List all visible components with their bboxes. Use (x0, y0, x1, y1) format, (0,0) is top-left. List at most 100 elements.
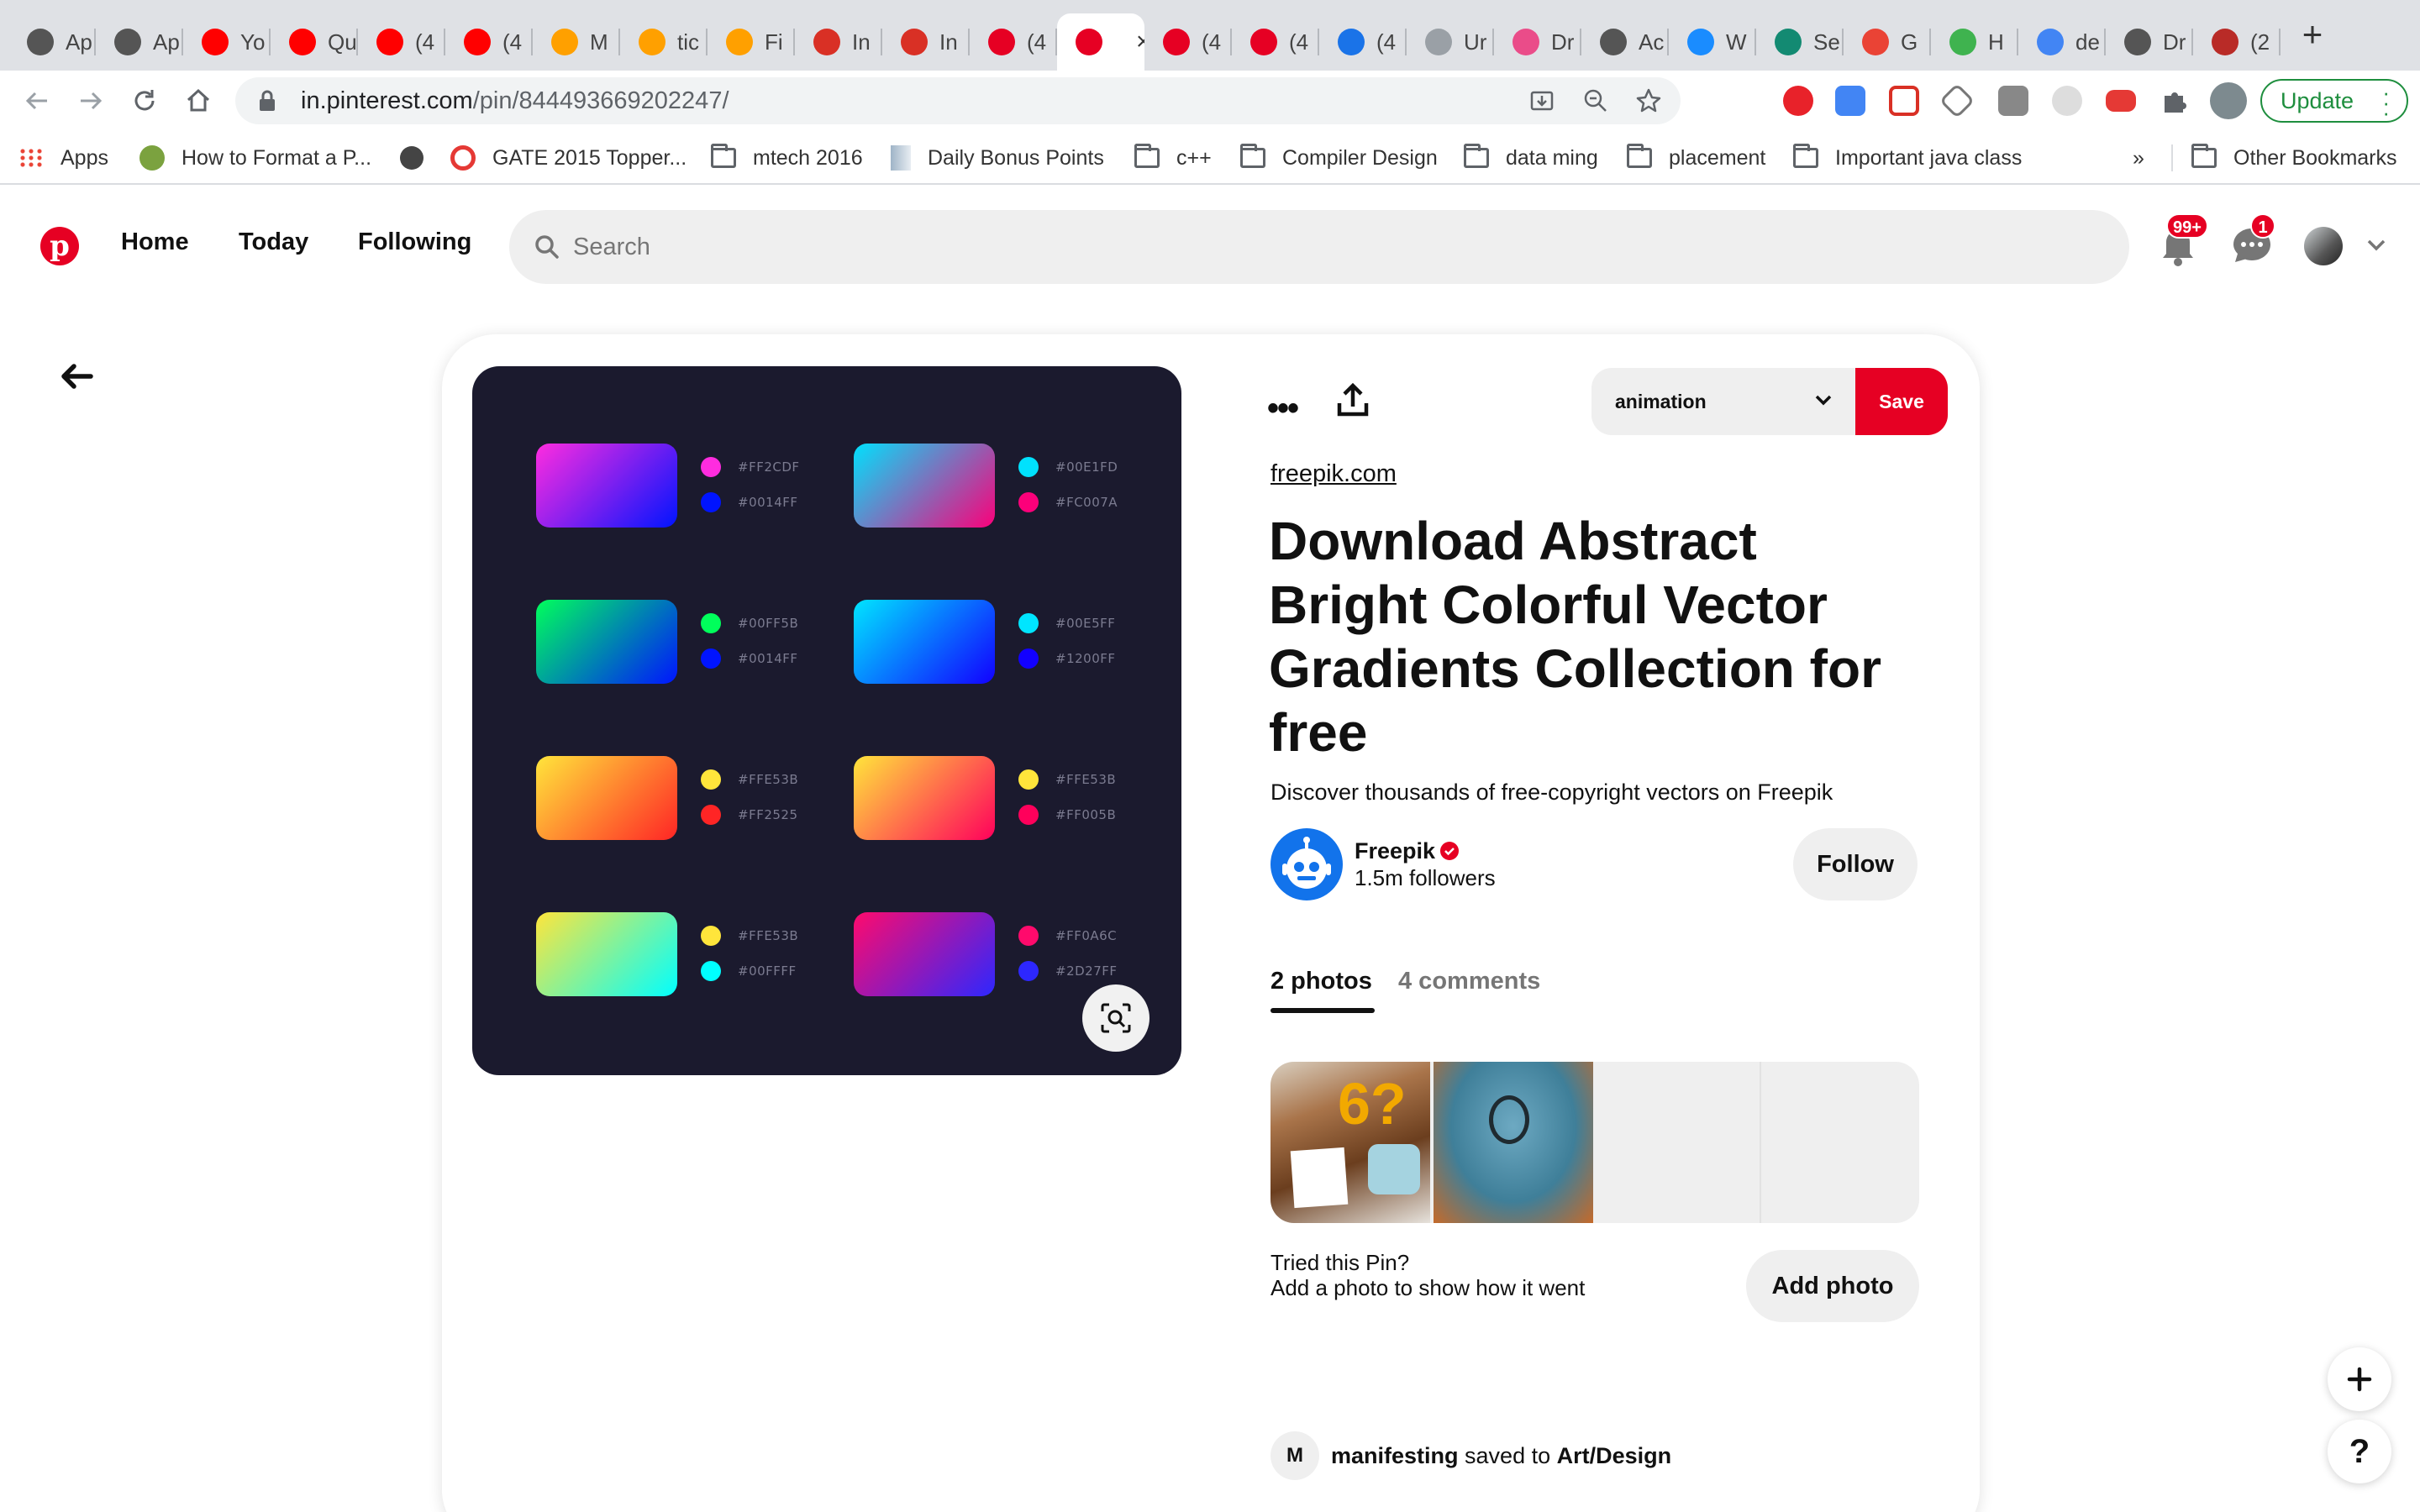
pinterest-logo-icon[interactable]: p (40, 227, 79, 265)
browser-tab[interactable]: Ur (1407, 13, 1494, 71)
extension-adblock-icon[interactable] (1783, 86, 1813, 116)
browser-tab[interactable]: In (882, 13, 970, 71)
bookmark-item[interactable]: Compiler Design (1240, 143, 1438, 173)
browser-tab-label: tic (677, 29, 699, 55)
youtube-icon (289, 29, 316, 55)
browser-tab-label: (4 (1289, 29, 1309, 55)
extension-eye-icon[interactable] (2106, 90, 2136, 112)
saved-board-link[interactable]: Art/Design (1557, 1443, 1672, 1468)
browser-tab[interactable]: (4 (1319, 13, 1407, 71)
extension-translate-icon[interactable] (1835, 86, 1865, 116)
hex-code-label: #00FFFF (738, 963, 797, 979)
nav-today[interactable]: Today (239, 228, 308, 256)
bookmark-item[interactable]: Apps (18, 143, 108, 173)
hex-code-label: #FFE53B (738, 928, 799, 943)
user-avatar[interactable] (2304, 227, 2343, 265)
browser-tab[interactable]: Se (1756, 13, 1844, 71)
home-icon[interactable] (180, 82, 217, 119)
bookmark-item[interactable]: Daily Bonus Points (891, 143, 1104, 173)
search-bar[interactable]: Search (509, 210, 2129, 284)
close-tab-icon[interactable]: × (1136, 28, 1144, 56)
more-menu-icon[interactable]: · · · (2382, 81, 2390, 123)
browser-tab[interactable]: Ac (1581, 13, 1669, 71)
profile-avatar[interactable] (2210, 82, 2247, 119)
notifications-button[interactable]: 99+ (2153, 213, 2208, 270)
install-icon[interactable] (1529, 88, 1555, 113)
browser-tab[interactable]: Ap (8, 13, 96, 71)
browser-tab[interactable]: Fi (708, 13, 795, 71)
browser-tab[interactable]: (4 (1232, 13, 1319, 71)
nav-following[interactable]: Following (358, 228, 471, 256)
share-icon[interactable] (1334, 381, 1371, 418)
browser-tab[interactable]: G (1844, 13, 1931, 71)
browser-tab[interactable]: Yo (183, 13, 271, 71)
bookmark-item[interactable]: placement (1627, 143, 1765, 173)
zoom-icon[interactable] (1583, 88, 1608, 113)
bookmarks-overflow-button[interactable]: » (2133, 143, 2144, 173)
back-arrow-icon[interactable] (55, 356, 96, 396)
browser-tab[interactable]: (4 (970, 13, 1057, 71)
browser-tab[interactable]: de (2018, 13, 2106, 71)
tried-photo[interactable] (1434, 1062, 1593, 1223)
saver-avatar[interactable]: M (1270, 1431, 1319, 1480)
browser-tab[interactable]: (4 (445, 13, 533, 71)
reload-icon[interactable] (126, 82, 163, 119)
browser-tab[interactable]: Dr (2106, 13, 2193, 71)
pin-image[interactable]: #FF2CDF #0014FF #00E1FD #FC007A #00FF5B #0014… (472, 366, 1181, 1075)
bookmark-item[interactable]: GATE 2015 Topper... (450, 143, 687, 173)
browser-tab[interactable]: × (1057, 13, 1144, 71)
new-tab-button[interactable]: + (2294, 17, 2331, 54)
browser-tab[interactable]: Qu (271, 13, 358, 71)
messages-button[interactable]: 1 (2227, 213, 2277, 270)
bookmark-item[interactable]: c++ (1134, 143, 1212, 173)
browser-tab[interactable]: (4 (1144, 13, 1232, 71)
more-options-icon[interactable]: ••• (1267, 390, 1299, 428)
creator-name[interactable]: Freepik (1355, 838, 1435, 864)
address-bar[interactable]: in.pinterest.com/pin/844493669202247/ (235, 77, 1681, 124)
extension-video-icon[interactable] (1889, 86, 1919, 116)
bookmark-item[interactable]: How to Format a P... (139, 143, 371, 173)
creator-avatar[interactable] (1270, 828, 1343, 900)
bookmark-item[interactable]: mtech 2016 (711, 143, 863, 173)
browser-tab[interactable]: Dr (1494, 13, 1581, 71)
saver-name[interactable]: manifesting (1331, 1443, 1459, 1468)
extension-cloud-icon[interactable] (2052, 86, 2082, 116)
forward-icon[interactable] (72, 82, 109, 119)
lock-icon[interactable] (259, 90, 276, 112)
nav-home[interactable]: Home (121, 228, 189, 256)
tab-separator (2279, 29, 2281, 55)
star-icon[interactable] (1635, 87, 1662, 114)
back-icon[interactable] (18, 82, 55, 119)
source-link[interactable]: freepik.com (1270, 460, 1397, 488)
board-select[interactable]: animation (1591, 368, 1857, 435)
browser-tab[interactable]: M (533, 13, 620, 71)
create-plus-button[interactable] (2328, 1347, 2391, 1411)
update-button[interactable]: Update · · · (2260, 79, 2408, 123)
extensions-puzzle-icon[interactable] (2160, 86, 2190, 116)
extension-tb-icon[interactable] (1998, 86, 2028, 116)
bookmark-item[interactable]: data ming (1464, 143, 1598, 173)
extension-tag-icon[interactable] (1939, 82, 1975, 119)
browser-tab[interactable]: W (1669, 13, 1756, 71)
tab-comments[interactable]: 4 comments (1398, 968, 1540, 995)
chevron-down-icon[interactable] (2365, 234, 2388, 257)
apple-icon (2124, 29, 2151, 55)
other-bookmarks[interactable]: Other Bookmarks (2191, 143, 2397, 173)
browser-tab[interactable]: (4 (358, 13, 445, 71)
add-photo-button[interactable]: Add photo (1746, 1250, 1919, 1322)
visual-search-button[interactable] (1082, 984, 1150, 1052)
tab-photos[interactable]: 2 photos (1270, 968, 1372, 995)
save-button[interactable]: Save (1855, 368, 1948, 435)
help-button[interactable]: ? (2328, 1420, 2391, 1483)
browser-tab[interactable]: Ap (96, 13, 183, 71)
bookmark-item[interactable] (400, 143, 424, 173)
bonus-icon (891, 145, 911, 171)
browser-tab[interactable]: tic (620, 13, 708, 71)
browser-tab[interactable]: H (1931, 13, 2018, 71)
photo-divider (1760, 1062, 1761, 1223)
browser-tab[interactable]: In (795, 13, 882, 71)
bookmark-item[interactable]: Important java class (1793, 143, 2022, 173)
browser-tab[interactable]: (2 (2193, 13, 2281, 71)
tried-photo[interactable]: 6? (1270, 1062, 1430, 1223)
follow-button[interactable]: Follow (1793, 828, 1918, 900)
